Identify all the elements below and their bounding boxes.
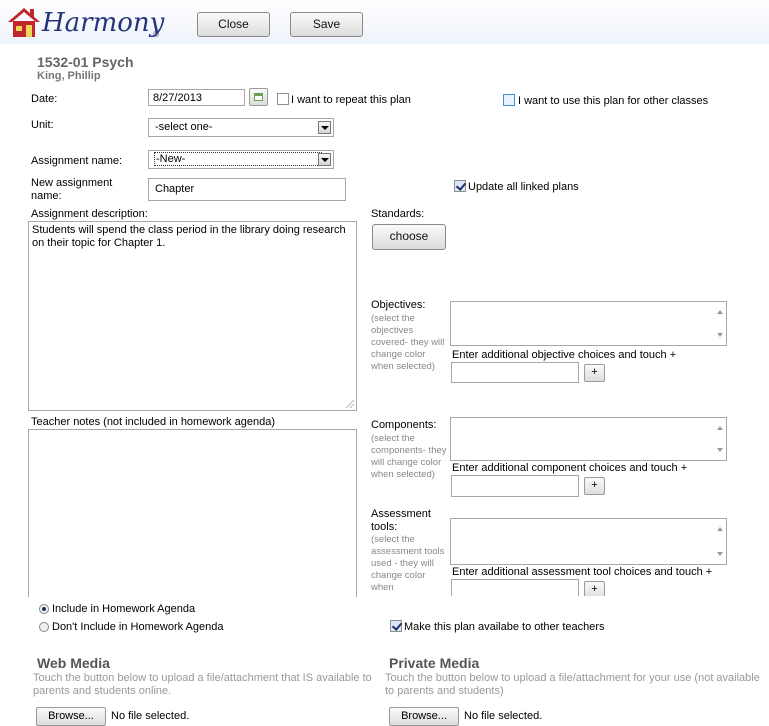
teacher-name: King, Phillip bbox=[37, 70, 101, 82]
private-media-file-status: No file selected. bbox=[464, 710, 543, 722]
logo-text: Harmony bbox=[42, 8, 165, 38]
course-name: 1532-01 Psych bbox=[37, 54, 134, 70]
components-add-input[interactable] bbox=[451, 475, 579, 497]
chevron-down-icon bbox=[318, 121, 331, 134]
assessment-scrollbar[interactable] bbox=[714, 519, 726, 564]
objectives-add-prompt: Enter additional objective choices and t… bbox=[452, 349, 677, 361]
objectives-label: Objectives: bbox=[371, 299, 426, 311]
components-listbox[interactable] bbox=[450, 417, 727, 461]
private-media-title: Private Media bbox=[389, 655, 480, 671]
unit-select-value: -select one- bbox=[155, 121, 213, 133]
private-media-browse-button[interactable]: Browse... bbox=[389, 707, 459, 726]
update-linked-checkbox[interactable] bbox=[454, 180, 466, 192]
include-homework-radio[interactable] bbox=[39, 604, 49, 614]
teacher-notes-textarea[interactable] bbox=[28, 429, 357, 597]
standards-label: Standards: bbox=[371, 208, 425, 220]
assessment-hint: (select the assessment tools used - they… bbox=[371, 534, 445, 593]
description-label: Assignment description: bbox=[31, 208, 148, 220]
components-add-prompt: Enter additional component choices and t… bbox=[452, 462, 688, 474]
exclude-homework-radio[interactable] bbox=[39, 622, 49, 632]
components-add-button[interactable]: + bbox=[584, 477, 605, 495]
update-linked-label: Update all linked plans bbox=[468, 181, 579, 193]
components-scrollbar[interactable] bbox=[714, 418, 726, 460]
assignment-name-select-value: -New- bbox=[153, 152, 323, 166]
assignment-name-select[interactable]: -New- bbox=[148, 150, 334, 169]
resize-handle-icon[interactable] bbox=[346, 400, 354, 408]
other-classes-checkbox[interactable] bbox=[503, 94, 515, 106]
objectives-hint: (select the objectives covered- they wil… bbox=[371, 313, 445, 372]
assessment-add-clip: + bbox=[450, 578, 620, 596]
objectives-add-input[interactable] bbox=[451, 362, 579, 383]
components-label: Components: bbox=[371, 419, 437, 431]
share-plan-label: Make this plan availabe to other teacher… bbox=[404, 621, 605, 633]
components-hint: (select the components- they will change… bbox=[371, 433, 447, 480]
date-label: Date: bbox=[31, 93, 58, 105]
description-textarea[interactable]: Students will spend the class period in … bbox=[28, 221, 357, 411]
new-assignment-label: New assignment name: bbox=[31, 177, 113, 202]
assessment-add-input[interactable] bbox=[451, 579, 579, 596]
web-media-browse-button[interactable]: Browse... bbox=[36, 707, 106, 726]
close-button[interactable]: Close bbox=[197, 12, 270, 37]
logo-registered-mark: ® bbox=[153, 30, 159, 39]
house-logo-icon bbox=[8, 8, 40, 37]
calendar-icon[interactable] bbox=[249, 88, 268, 106]
assessment-listbox[interactable] bbox=[450, 518, 727, 565]
web-media-desc: Touch the button below to upload a file/… bbox=[33, 672, 372, 697]
exclude-homework-label: Don't Include in Homework Agenda bbox=[52, 621, 224, 633]
other-classes-label: I want to use this plan for other classe… bbox=[518, 95, 709, 107]
objectives-scrollbar[interactable] bbox=[714, 302, 726, 345]
choose-standards-button[interactable]: choose bbox=[372, 224, 446, 250]
repeat-plan-label: I want to repeat this plan bbox=[291, 94, 411, 106]
share-plan-checkbox[interactable] bbox=[390, 620, 402, 632]
private-media-desc: Touch the button below to upload a file/… bbox=[385, 672, 760, 697]
assessment-label: Assessment tools: bbox=[371, 508, 431, 533]
repeat-plan-checkbox[interactable] bbox=[277, 93, 289, 105]
objectives-add-button[interactable]: + bbox=[584, 364, 605, 382]
objectives-listbox[interactable] bbox=[450, 301, 727, 346]
assessment-hint-clip: (select the assessment tools used - they… bbox=[371, 534, 451, 595]
assignment-name-label: Assignment name: bbox=[31, 155, 123, 167]
web-media-file-status: No file selected. bbox=[111, 710, 190, 722]
chevron-down-icon bbox=[318, 153, 331, 166]
date-input[interactable]: 8/27/2013 bbox=[148, 89, 245, 106]
unit-select[interactable]: -select one- bbox=[148, 118, 334, 137]
new-assignment-input[interactable]: Chapter bbox=[148, 178, 346, 201]
description-text: Students will spend the class period in … bbox=[32, 224, 346, 249]
assessment-add-button[interactable]: + bbox=[584, 581, 605, 596]
unit-label: Unit: bbox=[31, 119, 54, 131]
teacher-notes-label: Teacher notes (not included in homework … bbox=[31, 416, 275, 428]
include-homework-label: Include in Homework Agenda bbox=[52, 603, 196, 615]
harmony-logo: Harmony ® bbox=[6, 6, 166, 40]
web-media-title: Web Media bbox=[37, 655, 110, 671]
save-button[interactable]: Save bbox=[290, 12, 363, 37]
